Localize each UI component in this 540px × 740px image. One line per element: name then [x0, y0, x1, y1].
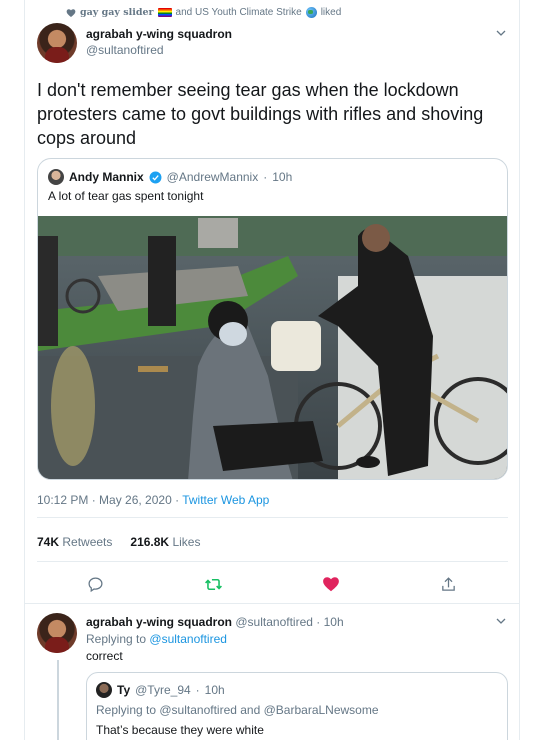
likes-stat[interactable]: 216.8K Likes — [130, 535, 200, 549]
quoted-text: A lot of tear gas spent tonight — [48, 189, 204, 203]
tweet-source[interactable]: Twitter Web App — [182, 493, 269, 507]
retweet-icon — [204, 578, 222, 590]
replying-to: Replying to @sultanoftired — [86, 632, 227, 646]
quoted-author-name: Andy Mannix — [69, 170, 144, 184]
quoted-author-handle: @AndrewMannix — [166, 170, 259, 184]
retweets-count: 74K — [37, 535, 60, 549]
reply-avatar[interactable] — [37, 613, 77, 653]
like-icon — [323, 577, 339, 592]
tweet-photo[interactable] — [38, 216, 508, 480]
author-handle[interactable]: @sultanoftired — [86, 42, 232, 58]
verified-icon — [149, 171, 162, 183]
reply-author-handle[interactable]: @sultanoftired — [235, 615, 313, 629]
nested-replying-to: Replying to @sultanoftired and @BarbaraL… — [96, 703, 379, 717]
nested-author-name: Ty — [117, 683, 131, 697]
likes-count: 216.8K — [130, 535, 170, 549]
reply-icon — [87, 576, 103, 592]
rainbow-flag-icon — [157, 8, 172, 17]
divider — [37, 561, 508, 562]
nested-time: 10h — [204, 683, 225, 697]
retweets-stat[interactable]: 74K Retweets — [37, 535, 112, 549]
nested-author-handle: @Tyre_94 — [135, 683, 191, 697]
reply-tweet[interactable]: agrabah y-wing squadron @sultanoftired ·… — [86, 614, 506, 665]
nested-text: That’s because they were white — [96, 723, 264, 737]
liker-others[interactable]: and US Youth Climate Strike — [176, 7, 302, 18]
divider — [24, 603, 520, 604]
retweet-button[interactable] — [203, 574, 223, 594]
quoted-tweet-header: Andy Mannix @AndrewMannix · 10h — [48, 169, 292, 185]
retweets-label: Retweets — [62, 535, 113, 549]
reply-author-name[interactable]: agrabah y-wing squadron — [86, 615, 232, 629]
heart-icon — [66, 8, 76, 17]
reply-text: correct — [86, 649, 123, 663]
tweet-author: agrabah y-wing squadron @sultanoftired — [86, 26, 232, 58]
tweet-actions — [37, 574, 508, 594]
replying-to-link[interactable]: @sultanoftired — [149, 632, 227, 646]
quoted-time: 10h — [272, 170, 293, 184]
tweet-timestamp[interactable]: 10:12 PM · May 26, 2020 — [37, 493, 172, 507]
like-button[interactable] — [321, 574, 341, 594]
nested-quoted-tweet[interactable]: Ty @Tyre_94 · 10h Replying to @sultanoft… — [86, 672, 508, 740]
author-name[interactable]: agrabah y-wing squadron — [86, 26, 232, 42]
quoted-tweet[interactable]: Andy Mannix @AndrewMannix · 10h A lot of… — [37, 158, 508, 480]
reply-button[interactable] — [85, 574, 105, 594]
social-action: liked — [320, 7, 342, 18]
reply-time[interactable]: 10h — [324, 615, 344, 629]
globe-icon — [305, 7, 317, 18]
liker-name[interactable]: gay gay slider — [80, 7, 154, 18]
likes-label: Likes — [172, 535, 201, 549]
share-icon — [441, 576, 455, 591]
tweet-timestamp-line: 10:12 PM · May 26, 2020 · Twitter Web Ap… — [37, 493, 270, 507]
chevron-down-icon[interactable] — [496, 28, 506, 38]
divider — [37, 517, 508, 518]
thread-line — [57, 660, 59, 740]
tweet-text: I don't remember seeing tear gas when th… — [37, 80, 484, 148]
quoted-avatar — [48, 169, 64, 185]
nested-avatar — [96, 682, 112, 698]
share-button[interactable] — [438, 574, 458, 594]
avatar[interactable] — [37, 23, 77, 63]
chevron-down-icon[interactable] — [496, 616, 506, 626]
nested-tweet-header: Ty @Tyre_94 · 10h — [96, 682, 225, 698]
tweet-stats: 74K Retweets 216.8K Likes — [37, 535, 200, 549]
social-context: gay gay slider and US Youth Climate Stri… — [66, 7, 341, 18]
